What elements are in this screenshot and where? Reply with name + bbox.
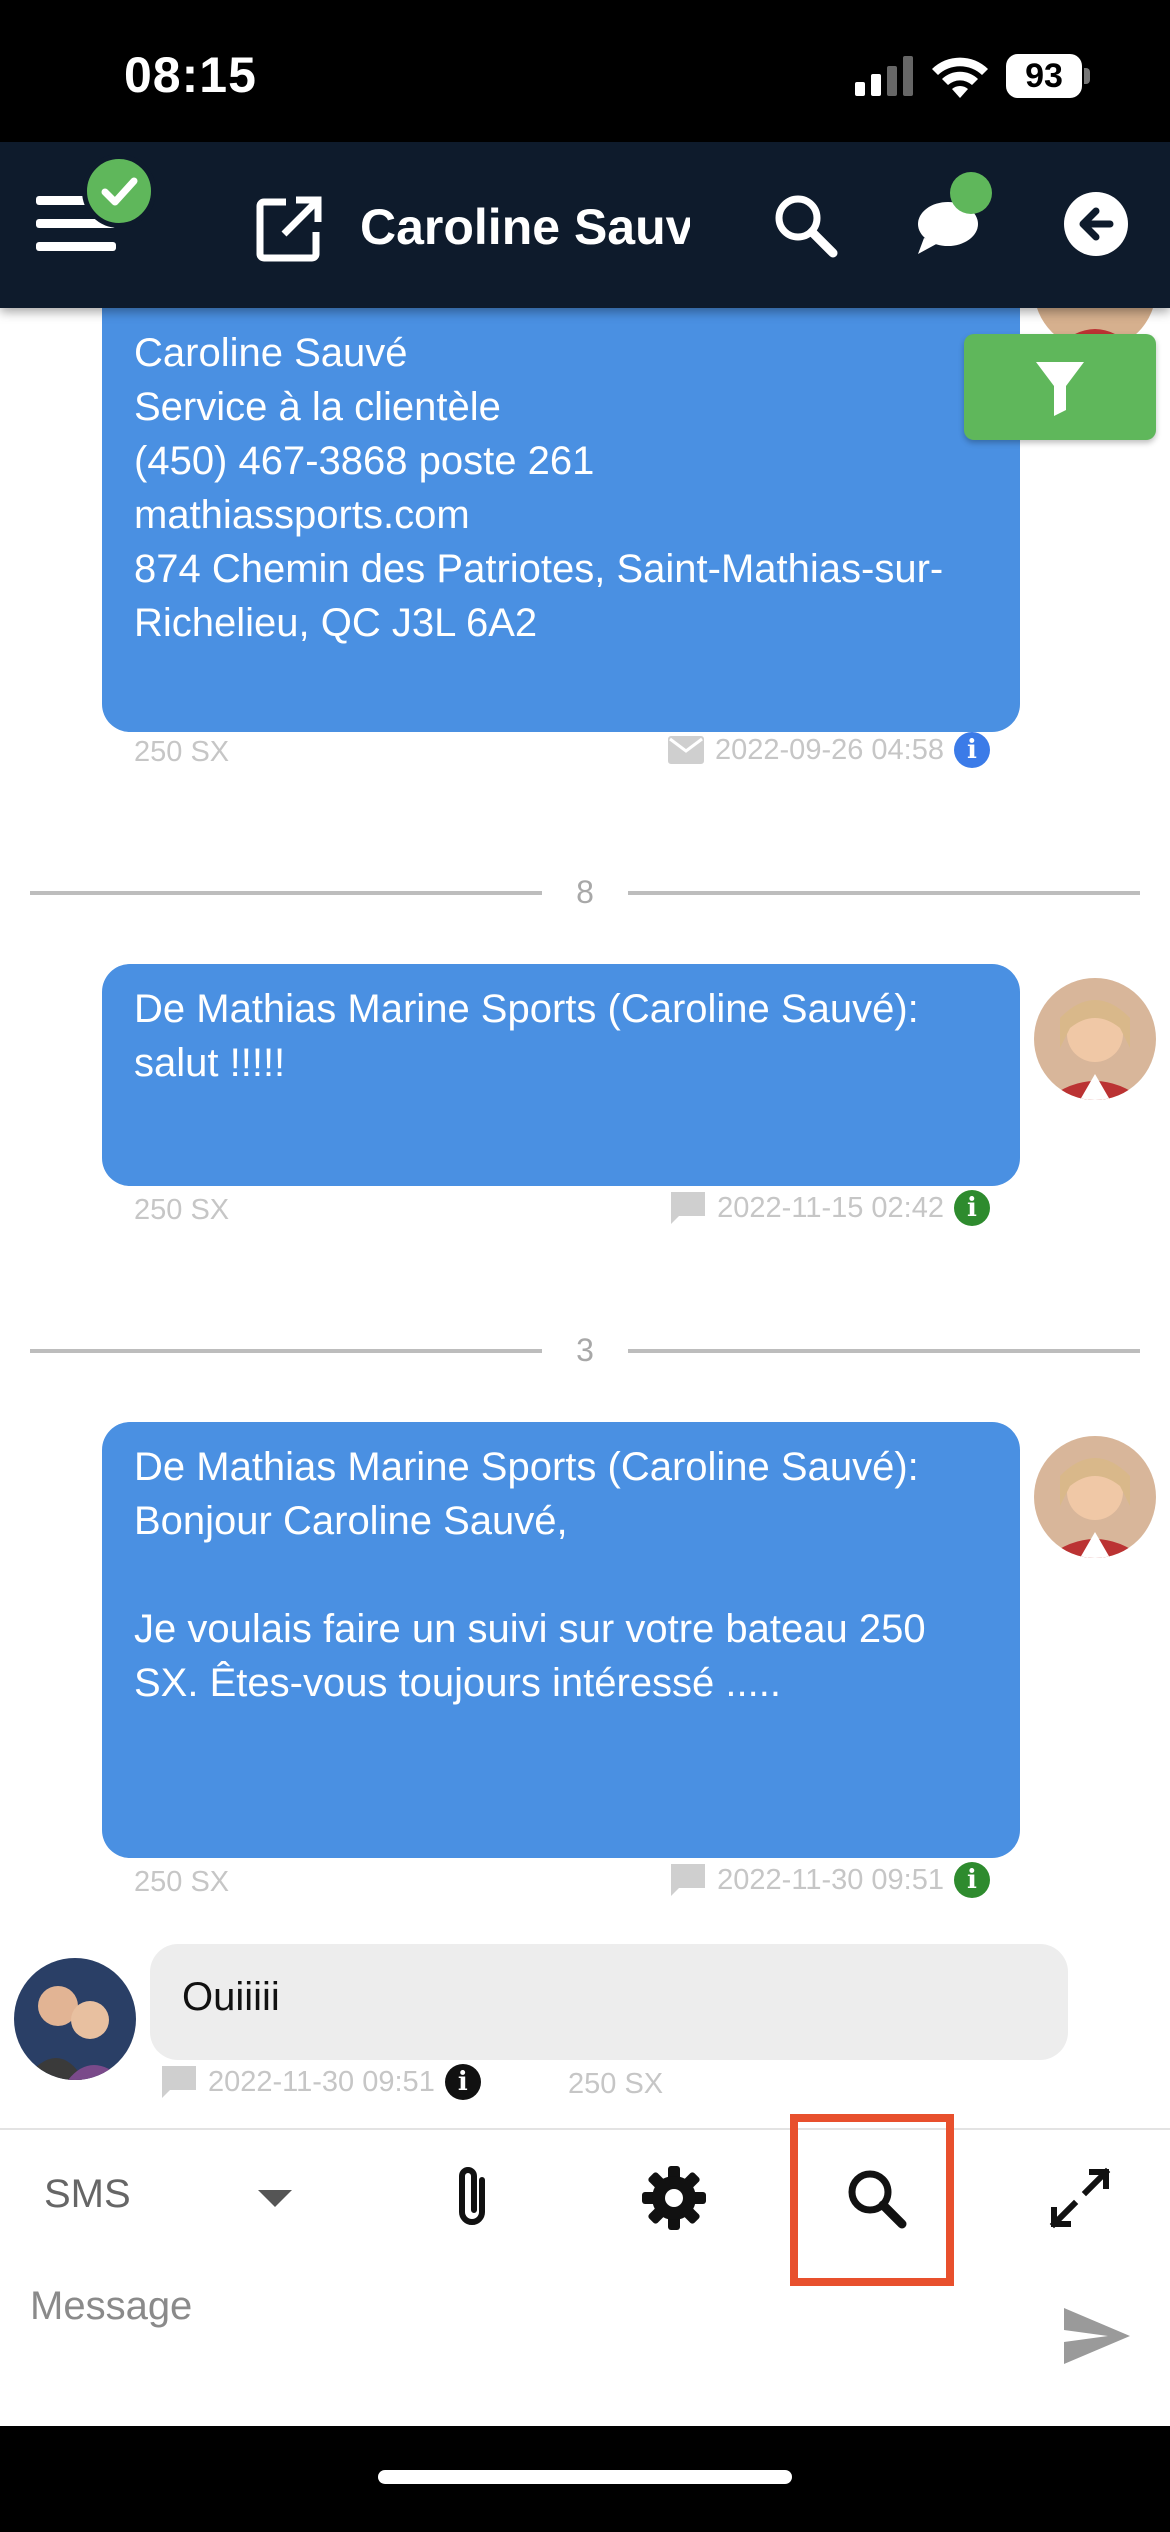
notification-dot <box>950 172 992 214</box>
battery-icon: 93 <box>1006 54 1090 98</box>
email-icon <box>668 736 705 764</box>
cellular-signal-icon <box>855 56 913 96</box>
message-bubble: Ouiiiii <box>150 1944 1068 2060</box>
home-bar <box>0 2426 1170 2532</box>
back-button[interactable] <box>1064 192 1128 256</box>
check-badge-icon <box>82 154 156 228</box>
gear-icon[interactable] <box>634 2158 714 2238</box>
filter-icon <box>1036 362 1084 416</box>
message-bubble: De Mathias Marine Sports (Caroline Sauvé… <box>102 964 1020 1186</box>
avatar <box>14 1958 136 2080</box>
day-divider: 8 <box>30 872 1140 912</box>
message-input[interactable] <box>30 2266 1030 2346</box>
message-tag: 250 SX <box>568 2068 664 2100</box>
message-meta: 2022-09-26 04:58 i <box>667 732 990 768</box>
info-icon[interactable]: i <box>954 732 990 768</box>
sms-icon <box>671 1864 706 1896</box>
day-divider: 3 <box>30 1330 1140 1370</box>
divider-label: 3 <box>576 1332 594 1368</box>
arrow-left-icon <box>1079 207 1114 241</box>
message-timestamp: 2022-11-30 09:51 <box>208 2065 435 2098</box>
channel-select[interactable]: SMS <box>44 2172 131 2217</box>
message-timestamp: 2022-09-26 04:58 <box>715 733 944 766</box>
attachment-icon[interactable] <box>432 2158 512 2238</box>
search-highlight-box <box>790 2114 954 2286</box>
info-icon[interactable]: i <box>954 1862 990 1898</box>
page-title: Caroline Sauvé <box>360 199 690 255</box>
avatar <box>1034 978 1156 1100</box>
info-icon[interactable]: i <box>954 1190 990 1226</box>
battery-level: 93 <box>1006 54 1082 98</box>
message-bubble: De Mathias Marine Sports (Caroline Sauvé… <box>102 1422 1020 1858</box>
sms-icon <box>671 1192 706 1224</box>
conversation-view[interactable]: Caroline Sauvé Service à la clientèle (4… <box>0 308 1170 2128</box>
wifi-icon <box>932 57 988 98</box>
message-timestamp: 2022-11-30 09:51 <box>717 1863 944 1896</box>
open-external-icon[interactable] <box>256 196 322 262</box>
message-meta: 2022-11-30 09:51 i <box>669 1862 990 1898</box>
expand-icon[interactable] <box>1040 2158 1120 2238</box>
message-meta: 2022-11-30 09:51 i <box>160 2064 481 2100</box>
avatar <box>1034 1436 1156 1558</box>
message-tag: 250 SX <box>134 736 230 768</box>
message-bubble: Caroline Sauvé Service à la clientèle (4… <box>102 308 1020 732</box>
search-icon[interactable] <box>770 190 840 260</box>
info-icon[interactable]: i <box>444 2064 481 2100</box>
app-header: Caroline Sauvé <box>0 142 1170 308</box>
message-tag: 250 SX <box>134 1866 230 1898</box>
send-icon[interactable] <box>1060 2304 1134 2368</box>
status-bar: 08:15 93 <box>0 0 1170 142</box>
chevron-down-icon[interactable] <box>258 2190 292 2207</box>
message-timestamp: 2022-11-15 02:42 <box>717 1191 944 1224</box>
status-time: 08:15 <box>124 47 257 103</box>
home-indicator[interactable] <box>378 2470 792 2484</box>
message-composer: SMS <box>0 2114 1170 2426</box>
divider-label: 8 <box>576 874 594 910</box>
sms-icon <box>162 2066 196 2098</box>
filter-button[interactable] <box>964 334 1156 440</box>
message-meta: 2022-11-15 02:42 i <box>669 1190 990 1226</box>
message-tag: 250 SX <box>134 1194 230 1226</box>
